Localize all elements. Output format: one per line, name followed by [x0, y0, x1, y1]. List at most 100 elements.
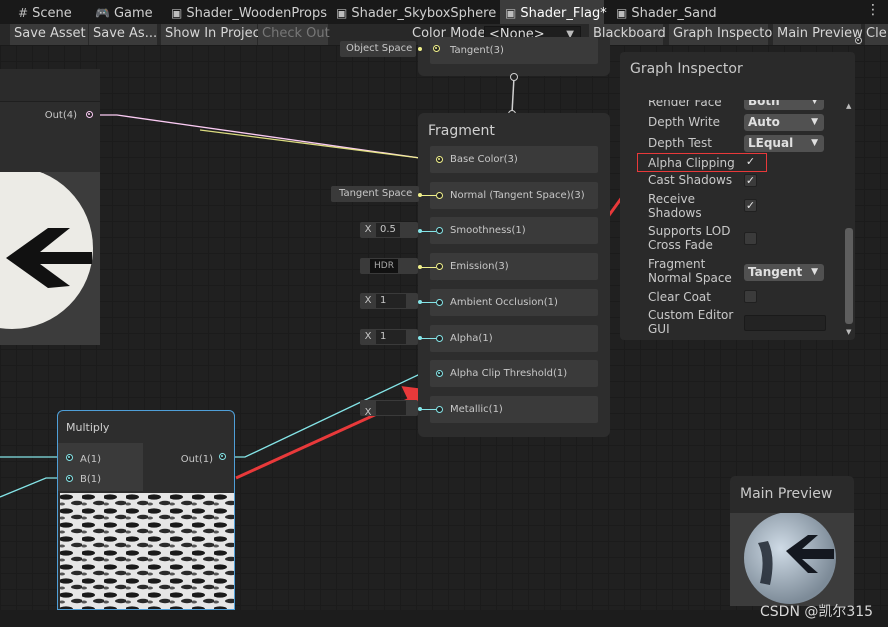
metallic-port[interactable]	[436, 406, 443, 413]
alpha-clipping-label: Alpha Clipping	[648, 156, 735, 170]
supports-lod-checkbox[interactable]	[744, 232, 757, 245]
tab-shader-sand[interactable]: ▣ Shader_Sand	[616, 0, 717, 24]
shader-graph-icon: ▣	[336, 6, 348, 20]
wire-vertex-fragment	[511, 76, 515, 114]
chevron-down-icon: ▼	[811, 138, 818, 148]
chevron-down-icon: ▼	[811, 117, 818, 127]
tab-shader-flag[interactable]: ▣ Shader_Flag*	[500, 0, 607, 24]
gamepad-icon: 🎮	[95, 6, 110, 20]
multiply-node[interactable]: Multiply A(1) B(1) Out(1)	[57, 410, 235, 610]
scroll-down-icon[interactable]: ▼	[846, 328, 851, 336]
grid-icon: #	[18, 6, 29, 20]
left-texture-node[interactable]: Out(4)	[0, 69, 100, 345]
out-port-label: Out(4)	[44, 110, 77, 121]
shader-graph-icon: ▣	[616, 6, 628, 20]
metallic-field[interactable]: X	[360, 400, 418, 418]
custom-editor-gui-field[interactable]	[744, 315, 826, 331]
alpha-clipping-checkbox[interactable]: ✓	[744, 156, 757, 169]
base-color-port[interactable]	[436, 156, 443, 163]
clear-button[interactable]: Cle	[865, 24, 888, 45]
vertex-tangent-port[interactable]	[433, 45, 440, 52]
input-a-label: A(1)	[80, 454, 102, 465]
tab-shader-skyboxsphere[interactable]: ▣ Shader_SkyboxSphere	[336, 0, 496, 24]
graph-inspector-title: Graph Inspector	[630, 61, 743, 77]
depth-test-select[interactable]: LEqual ▼	[744, 135, 824, 152]
kebab-menu-icon[interactable]: ⋮	[866, 2, 880, 18]
save-asset-button[interactable]: Save Asset	[10, 24, 88, 45]
main-preview-title: Main Preview	[740, 486, 833, 502]
slot-alpha[interactable]: Alpha(1)	[430, 325, 598, 352]
graph-inspector-panel: Graph Inspector Render Face Both ▼ Depth …	[620, 52, 855, 340]
depth-test-label: Depth Test	[648, 136, 712, 150]
save-as-button[interactable]: Save As...	[89, 24, 157, 45]
slot-base-color[interactable]: Base Color(3)	[430, 146, 598, 173]
multiply-a-port[interactable]	[66, 454, 73, 461]
render-face-select[interactable]: Both ▼	[744, 100, 824, 110]
multiply-title: Multiply	[66, 421, 110, 434]
render-face-label: Render Face	[648, 100, 722, 109]
main-preview-button[interactable]: Main Preview	[773, 24, 863, 45]
shader-graph-icon: ▣	[505, 6, 517, 20]
main-preview-panel: Main Preview	[730, 476, 854, 606]
slot-smoothness[interactable]: Smoothness(1)	[430, 217, 598, 244]
depth-write-select[interactable]: Auto ▼	[744, 114, 824, 131]
normal-port[interactable]	[436, 192, 443, 199]
supports-lod-label: Supports LOD Cross Fade	[648, 224, 731, 252]
preview-viewport[interactable]	[730, 512, 854, 606]
cast-shadows-checkbox[interactable]: ✓	[744, 174, 757, 187]
fragment-title: Fragment	[428, 123, 495, 139]
smoothness-port[interactable]	[436, 227, 443, 234]
graph-inspector-button[interactable]: Graph Inspector	[669, 24, 778, 45]
status-bar	[0, 610, 888, 627]
clear-coat-label: Clear Coat	[648, 290, 711, 304]
arrow-texture-image	[0, 167, 93, 329]
fragment-normal-space-select[interactable]: Tangent ▼	[744, 264, 824, 281]
depth-write-label: Depth Write	[648, 115, 721, 129]
object-space-field[interactable]: Object Space	[340, 41, 416, 57]
vertex-flow-port[interactable]	[510, 73, 518, 81]
smoothness-field[interactable]: X 0.5	[360, 222, 418, 238]
ambient-occlusion-port[interactable]	[436, 299, 443, 306]
emission-port[interactable]	[436, 263, 443, 270]
multiply-b-port[interactable]	[66, 475, 73, 482]
receive-shadows-checkbox[interactable]: ✓	[744, 199, 757, 212]
left-node-header	[0, 69, 100, 102]
ambient-occlusion-field[interactable]: X1	[360, 293, 418, 309]
tab-scene[interactable]: # Scene	[18, 0, 72, 24]
slot-normal[interactable]: Normal (Tangent Space)(3)	[430, 182, 598, 209]
output-label: Out(1)	[180, 454, 213, 465]
tangent-space-field[interactable]: Tangent Space	[331, 186, 419, 202]
texture-preview	[0, 167, 100, 345]
slot-metallic[interactable]: Metallic(1)	[430, 396, 598, 423]
show-in-project-button[interactable]: Show In Project	[161, 24, 265, 45]
shader-graph-icon: ▣	[171, 6, 183, 20]
multiply-out-port[interactable]	[219, 453, 226, 460]
fragment-context-node[interactable]: Fragment Base Color(3) Normal (Tangent S…	[418, 113, 610, 437]
custom-editor-gui-label: Custom Editor GUI	[648, 308, 734, 336]
alpha-port[interactable]	[436, 335, 443, 342]
alpha-clip-threshold-port[interactable]	[436, 370, 443, 377]
chevron-down-icon: ▼	[811, 267, 818, 277]
alpha-field[interactable]: X1	[360, 329, 418, 345]
cast-shadows-label: Cast Shadows	[648, 173, 733, 187]
inspector-scrollbar[interactable]: ▲ ▼	[844, 100, 854, 336]
noise-preview	[60, 493, 234, 609]
tab-game[interactable]: 🎮 Game	[95, 0, 153, 24]
receive-shadows-label: Receive Shadows	[648, 192, 702, 220]
vertex-context-node[interactable]: Tangent(3)	[418, 37, 862, 76]
inspector-scroll-area[interactable]: Render Face Both ▼ Depth Write Auto ▼ Dept…	[620, 100, 855, 340]
vertex-tangent-slot[interactable]: Tangent(3)	[430, 37, 598, 64]
clear-coat-checkbox[interactable]	[744, 290, 757, 303]
slot-emission[interactable]: Emission(3)	[430, 253, 598, 280]
scroll-up-icon[interactable]: ▲	[846, 102, 851, 110]
out-port[interactable]	[86, 111, 93, 118]
preview-sphere-image	[744, 512, 836, 604]
tab-shader-woodenprops[interactable]: ▣ Shader_WoodenProps	[171, 0, 327, 24]
slot-ambient-occlusion[interactable]: Ambient Occlusion(1)	[430, 289, 598, 316]
emission-field[interactable]: HDR	[360, 258, 418, 274]
input-b-label: B(1)	[80, 474, 102, 485]
noise-texture-image	[60, 493, 234, 609]
check-out-button[interactable]: Check Out	[258, 24, 330, 45]
slot-alpha-clip-threshold[interactable]: Alpha Clip Threshold(1)	[430, 360, 598, 387]
scrollbar-thumb[interactable]	[845, 228, 853, 324]
